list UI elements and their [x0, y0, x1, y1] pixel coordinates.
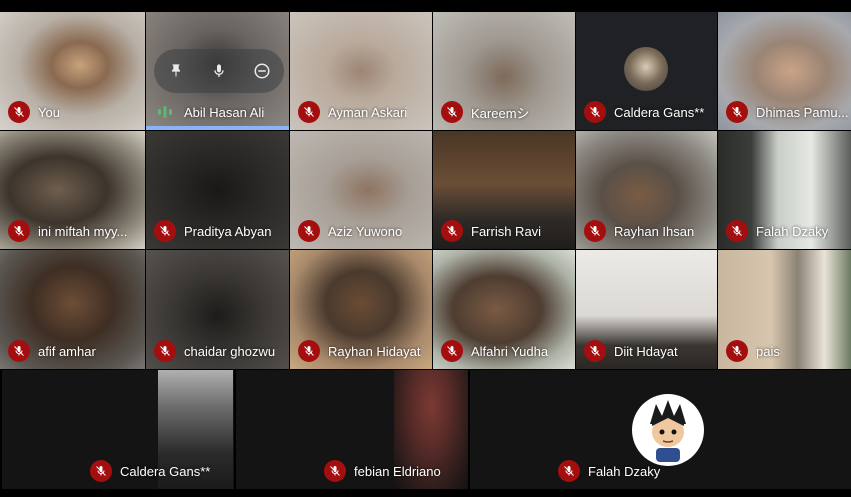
mic-off-icon	[298, 220, 320, 242]
participant-tile[interactable]: afif amhar	[0, 250, 145, 369]
participant-tile[interactable]: Alfahri Yudha	[433, 250, 575, 369]
participant-tile[interactable]: Rayhan Hidayat	[290, 250, 432, 369]
participant-tile[interactable]: febian Eldriano	[236, 370, 468, 489]
participant-tile[interactable]: Kareemシ	[433, 12, 575, 130]
mic-off-icon	[584, 340, 606, 362]
participant-tile[interactable]: Diit Hdayat	[576, 250, 717, 369]
nameplate: Caldera Gans**	[90, 460, 210, 482]
mic-off-icon	[298, 340, 320, 362]
participant-name: ini miftah myy...	[38, 223, 128, 239]
nameplate: Praditya Abyan	[154, 220, 271, 242]
participant-tile[interactable]: Caldera Gans**	[2, 370, 234, 489]
nameplate: Rayhan Hidayat	[298, 340, 421, 362]
participant-tile[interactable]: Caldera Gans**	[576, 12, 717, 130]
participant-name: You	[38, 104, 60, 120]
nameplate: Falah Dzaky	[558, 460, 660, 482]
participant-tile[interactable]: Dhimas Pamu...	[718, 12, 851, 130]
participant-tile[interactable]: Praditya Abyan	[146, 131, 289, 249]
mic-off-icon	[298, 101, 320, 123]
participant-name: chaidar ghozwu	[184, 343, 276, 359]
participant-tile-active[interactable]: Abil Hasan Ali	[146, 12, 289, 130]
nameplate: Diit Hdayat	[584, 340, 678, 362]
participant-name: Falah Dzaky	[756, 223, 829, 239]
nameplate: Alfahri Yudha	[441, 340, 548, 362]
participant-name: Falah Dzaky	[588, 463, 661, 479]
nameplate: Ayman Askari	[298, 101, 407, 123]
participant-name: Alfahri Yudha	[471, 343, 549, 359]
mic-off-icon	[584, 220, 606, 242]
participant-tile[interactable]: ini miftah myy...	[0, 131, 145, 249]
mic-off-icon	[441, 101, 463, 123]
mic-off-icon	[584, 101, 606, 123]
nameplate: Farrish Ravi	[441, 220, 541, 242]
nameplate: Falah Dzaky	[726, 220, 828, 242]
participant-tile[interactable]: Farrish Ravi	[433, 131, 575, 249]
nameplate: You	[8, 101, 60, 123]
participant-tile[interactable]: Ayman Askari	[290, 12, 432, 130]
participant-name: febian Eldriano	[354, 463, 441, 479]
participant-tile[interactable]: Aziz Yuwono	[290, 131, 432, 249]
mic-off-icon	[90, 460, 112, 482]
participant-name: Aziz Yuwono	[328, 223, 403, 239]
participant-tile[interactable]: pais	[718, 250, 851, 369]
participant-name: pais	[756, 343, 780, 359]
participant-name: Rayhan Ihsan	[614, 223, 695, 239]
nameplate: Abil Hasan Ali	[154, 101, 264, 123]
participant-name: Kareemシ	[471, 105, 530, 121]
participant-name: Praditya Abyan	[184, 223, 272, 239]
mic-off-icon	[154, 220, 176, 242]
participant-name: Abil Hasan Ali	[184, 104, 265, 120]
mic-off-icon	[558, 460, 580, 482]
tile-hover-controls	[154, 49, 284, 93]
participant-name: Ayman Askari	[328, 104, 408, 120]
participant-tile[interactable]: Rayhan Ihsan	[576, 131, 717, 249]
nameplate: Aziz Yuwono	[298, 220, 402, 242]
mic-off-icon	[441, 340, 463, 362]
nameplate: pais	[726, 340, 780, 362]
participant-tile[interactable]: Falah Dzaky	[470, 370, 851, 489]
mic-off-icon	[8, 101, 30, 123]
participant-tile[interactable]: You	[0, 12, 145, 130]
mic-off-icon	[154, 340, 176, 362]
participant-name: afif amhar	[38, 343, 96, 359]
nameplate: chaidar ghozwu	[154, 340, 275, 362]
mic-off-icon	[8, 340, 30, 362]
participant-name: Caldera Gans**	[614, 104, 705, 120]
participant-name: Diit Hdayat	[614, 343, 678, 359]
mic-off-icon	[8, 220, 30, 242]
nameplate: Caldera Gans**	[584, 101, 704, 123]
nameplate: Kareemシ	[441, 101, 530, 123]
nameplate: Dhimas Pamu...	[726, 101, 848, 123]
participant-name: Caldera Gans**	[120, 463, 211, 479]
character-avatar-icon	[650, 400, 686, 462]
nameplate: ini miftah myy...	[8, 220, 127, 242]
mic-off-icon	[726, 101, 748, 123]
speaking-indicator-icon	[154, 101, 176, 123]
mic-off-icon	[726, 220, 748, 242]
mic-off-icon	[441, 220, 463, 242]
nameplate: afif amhar	[8, 340, 96, 362]
avatar	[624, 47, 668, 91]
active-speaker-bar	[146, 126, 289, 130]
mute-participant-icon[interactable]	[205, 57, 233, 85]
remove-icon[interactable]	[248, 57, 276, 85]
mic-off-icon	[726, 340, 748, 362]
mic-off-icon	[324, 460, 346, 482]
participant-grid: You Abil Hasan Ali Ayman Askari Kareemシ	[0, 0, 851, 497]
nameplate: Rayhan Ihsan	[584, 220, 694, 242]
participant-tile[interactable]: chaidar ghozwu	[146, 250, 289, 369]
avatar	[632, 394, 704, 466]
participant-name: Dhimas Pamu...	[756, 104, 849, 120]
nameplate: febian Eldriano	[324, 460, 441, 482]
participant-name: Farrish Ravi	[471, 223, 542, 239]
pin-icon[interactable]	[162, 57, 190, 85]
participant-name: Rayhan Hidayat	[328, 343, 421, 359]
participant-tile[interactable]: Falah Dzaky	[718, 131, 851, 249]
